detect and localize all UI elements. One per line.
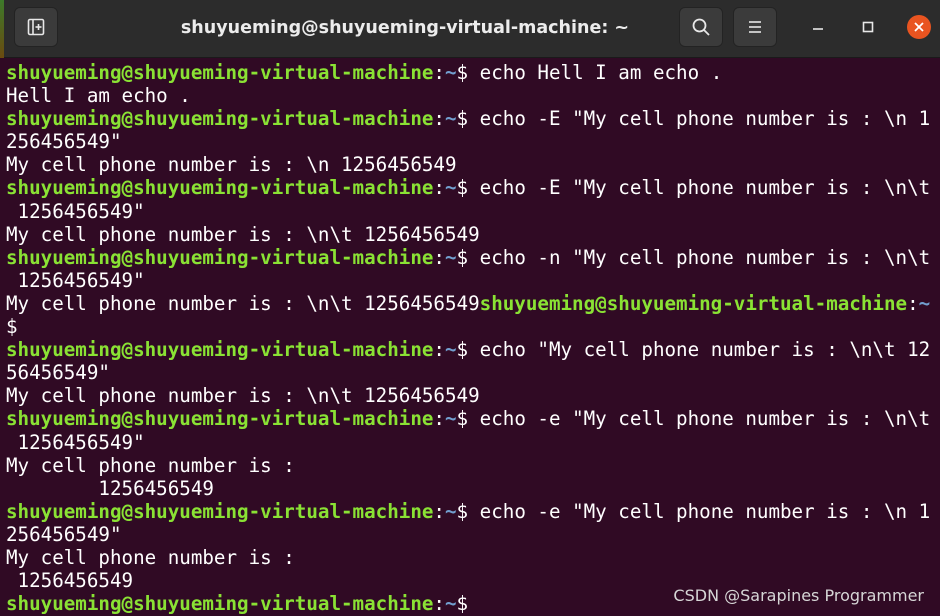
desktop-edge-strip: [0, 0, 4, 58]
prompt-user-host: shuyueming@shuyueming-virtual-machine: [6, 176, 434, 200]
command-text: echo Hell I am echo .: [468, 61, 723, 84]
terminal-output-line: My cell phone number is : \n 1256456549: [6, 153, 940, 176]
prompt-colon: :: [433, 338, 445, 362]
prompt-path: ~: [444, 245, 457, 269]
prompt-user-host: shuyueming@shuyueming-virtual-machine: [6, 592, 434, 616]
prompt-user-host: shuyueming@shuyueming-virtual-machine: [479, 291, 908, 315]
window-title: shuyueming@shuyueming-virtual-machine: ~: [180, 18, 630, 38]
command-text: echo -E "My cell phone number is : \n\t: [468, 176, 931, 200]
terminal-output-line: 1256456549": [6, 269, 940, 292]
command-text: echo -e "My cell phone number is : \n\t: [468, 407, 931, 431]
prompt-path: ~: [444, 499, 457, 523]
prompt-path: ~: [444, 592, 457, 616]
close-button[interactable]: [906, 14, 932, 40]
search-icon: [692, 18, 710, 36]
output-text: My cell phone number is : \n\t 125645654…: [6, 384, 480, 408]
watermark: CSDN @Sarapines Programmer: [673, 586, 924, 605]
prompt-path: ~: [444, 107, 457, 131]
terminal-command-line: shuyueming@shuyueming-virtual-machine:~$…: [6, 246, 940, 269]
title-bar: shuyueming@shuyueming-virtual-machine: ~: [0, 0, 940, 58]
terminal-command-line: shuyueming@shuyueming-virtual-machine:~$…: [6, 338, 940, 361]
prompt-colon: :: [433, 592, 445, 616]
terminal-command-line: shuyueming@shuyueming-virtual-machine:~$…: [6, 176, 940, 199]
search-button[interactable]: [679, 7, 723, 47]
prompt-path: ~: [444, 61, 457, 84]
terminal-output-area[interactable]: shuyueming@shuyueming-virtual-machine:~$…: [0, 59, 940, 616]
output-text: My cell phone number is :: [6, 545, 295, 569]
prompt-symbol: $: [456, 107, 469, 131]
prompt-colon: :: [433, 499, 445, 523]
output-text: My cell phone number is : \n 1256456549: [6, 153, 457, 177]
prompt-user-host: shuyueming@shuyueming-virtual-machine: [6, 407, 434, 431]
terminal-output-line: My cell phone number is : \n\t 125645654…: [6, 384, 940, 407]
prompt-path: ~: [444, 407, 457, 431]
prompt-path: ~: [444, 176, 457, 200]
command-text: echo -e "My cell phone number is : \n 1: [468, 499, 931, 523]
prompt-colon: :: [433, 176, 445, 200]
new-tab-button[interactable]: [14, 7, 58, 47]
output-text: My cell phone number is : \n\t 125645654…: [6, 291, 480, 315]
prompt-symbol: $: [456, 61, 469, 84]
close-icon: [914, 22, 924, 32]
maximize-button[interactable]: [855, 14, 881, 40]
prompt-colon: :: [433, 61, 445, 84]
output-text: 256456549": [6, 130, 122, 154]
close-circle: [907, 15, 931, 39]
terminal-output-line: My cell phone number is :: [6, 546, 940, 569]
prompt-path: ~: [918, 291, 931, 315]
terminal-output-line: 256456549": [6, 523, 940, 546]
output-text: Hell I am echo .: [6, 84, 191, 108]
new-tab-icon: [27, 18, 45, 36]
output-text: 1256456549": [6, 268, 145, 292]
terminal-command-line: shuyueming@shuyueming-virtual-machine:~$…: [6, 500, 940, 523]
terminal-output-line: My cell phone number is : \n\t 125645654…: [6, 223, 940, 246]
command-text: echo "My cell phone number is : \n\t 12: [468, 338, 931, 362]
prompt-user-host: shuyueming@shuyueming-virtual-machine: [6, 61, 434, 84]
output-text: 1256456549": [6, 430, 145, 454]
output-text: 56456549": [6, 361, 110, 385]
terminal-output-line: Hell I am echo .: [6, 84, 940, 107]
prompt-path: ~: [444, 338, 457, 362]
terminal-command-line: shuyueming@shuyueming-virtual-machine:~$…: [6, 107, 940, 130]
output-text: 256456549": [6, 522, 122, 546]
terminal-output-line: My cell phone number is :: [6, 454, 940, 477]
prompt-colon: :: [907, 291, 919, 315]
prompt-user-host: shuyueming@shuyueming-virtual-machine: [6, 499, 434, 523]
command-text: echo -n "My cell phone number is : \n\t: [468, 245, 931, 269]
prompt-symbol: $: [456, 499, 469, 523]
prompt-user-host: shuyueming@shuyueming-virtual-machine: [6, 107, 434, 131]
menu-button[interactable]: [733, 7, 777, 47]
minimize-button[interactable]: [805, 14, 831, 40]
command-text: echo -E "My cell phone number is : \n 1: [468, 107, 931, 131]
terminal-output-line: My cell phone number is : \n\t 125645654…: [6, 292, 940, 315]
output-text: 1256456549: [6, 476, 214, 500]
hamburger-menu-icon: [749, 21, 761, 33]
prompt-symbol: $: [456, 592, 469, 616]
terminal-output-line: 1256456549: [6, 477, 940, 500]
output-text: My cell phone number is :: [6, 453, 295, 477]
terminal-command-line: shuyueming@shuyueming-virtual-machine:~$…: [6, 407, 940, 430]
terminal-output-line: $: [6, 315, 940, 338]
prompt-symbol: $: [456, 245, 469, 269]
minimize-icon: [813, 28, 823, 30]
output-text: 1256456549": [6, 199, 145, 223]
output-text: My cell phone number is : \n\t 125645654…: [6, 222, 480, 246]
terminal-output-line: 56456549": [6, 361, 940, 384]
terminal-output-line: 1256456549": [6, 431, 940, 454]
output-text: 1256456549: [6, 569, 134, 593]
prompt-user-host: shuyueming@shuyueming-virtual-machine: [6, 338, 434, 362]
prompt-symbol: $: [456, 176, 469, 200]
prompt-symbol: $: [456, 407, 469, 431]
prompt-colon: :: [433, 107, 445, 131]
terminal-output-line: 1256456549": [6, 200, 940, 223]
terminal-command-line: shuyueming@shuyueming-virtual-machine:~$…: [6, 61, 940, 84]
terminal-output-line: 256456549": [6, 130, 940, 153]
prompt-colon: :: [433, 245, 445, 269]
prompt-user-host: shuyueming@shuyueming-virtual-machine: [6, 245, 434, 269]
output-text: $: [6, 315, 18, 339]
maximize-icon: [862, 21, 874, 33]
prompt-colon: :: [433, 407, 445, 431]
prompt-symbol: $: [456, 338, 469, 362]
